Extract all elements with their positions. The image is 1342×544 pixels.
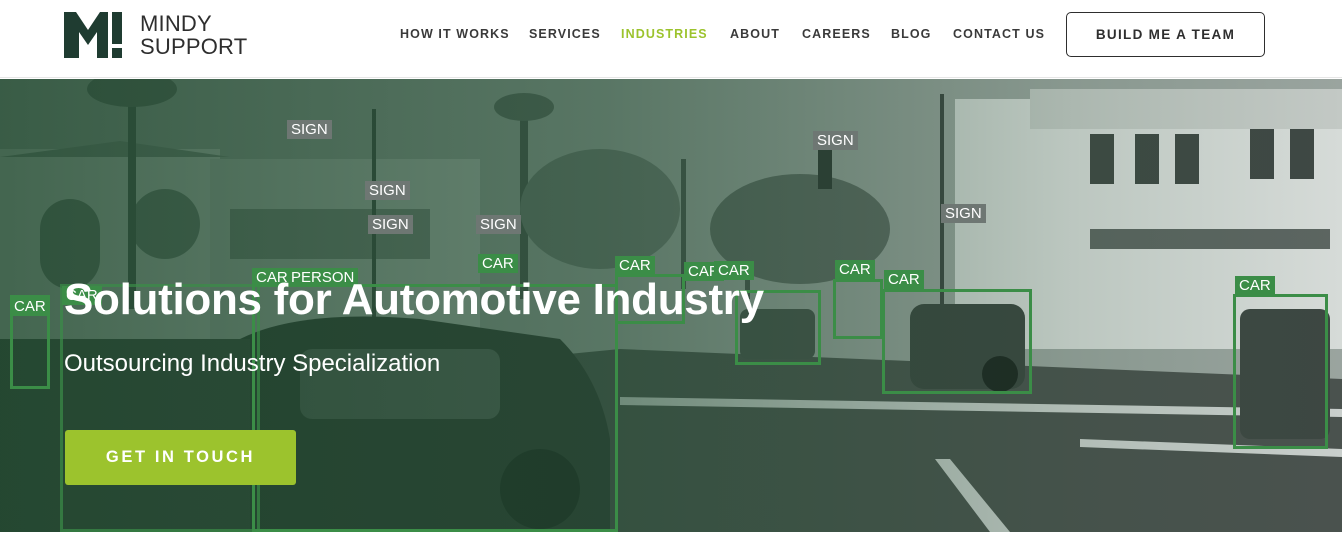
car-label: CAR (10, 297, 50, 316)
car-detection-box (882, 289, 1032, 394)
hero-title: Solutions for Automotive Industry (64, 275, 764, 324)
nav-careers[interactable]: CAREERS (802, 27, 871, 41)
car-detection-box (833, 279, 883, 339)
sign-label: SIGN (813, 131, 858, 150)
site-header: MINDY SUPPORT HOW IT WORKS SERVICES INDU… (0, 0, 1342, 78)
car-label: CAR (478, 254, 518, 273)
nav-industries[interactable]: INDUSTRIES (621, 27, 708, 41)
mindy-support-m-icon (64, 12, 122, 58)
hero-subtitle: Outsourcing Industry Specialization (64, 350, 441, 377)
sign-label: SIGN (941, 204, 986, 223)
logo[interactable]: MINDY SUPPORT (64, 12, 264, 60)
sign-label: SIGN (287, 120, 332, 139)
sign-label: SIGN (365, 181, 410, 200)
nav-blog[interactable]: BLOG (891, 27, 932, 41)
car-label: CAR (615, 256, 655, 275)
nav-services[interactable]: SERVICES (529, 27, 601, 41)
car-detection-box (1233, 294, 1328, 449)
nav-contact-us[interactable]: CONTACT US (953, 27, 1045, 41)
car-label: CAR (884, 270, 924, 289)
logo-line-1: MINDY (140, 11, 212, 36)
hero-section: SIGN SIGN SIGN SIGN SIGN SIGN CAR CAR CA… (0, 79, 1342, 532)
nav-about[interactable]: ABOUT (730, 27, 780, 41)
build-me-a-team-button[interactable]: BUILD ME A TEAM (1066, 12, 1265, 57)
sign-label: SIGN (476, 215, 521, 234)
logo-line-2: SUPPORT (140, 34, 248, 59)
car-label: CAR (835, 260, 875, 279)
car-label: CAR (1235, 276, 1275, 295)
sign-label: SIGN (368, 215, 413, 234)
logo-wordmark: MINDY SUPPORT (140, 12, 247, 58)
nav-how-it-works[interactable]: HOW IT WORKS (400, 27, 510, 41)
get-in-touch-button[interactable]: GET IN TOUCH (65, 430, 296, 485)
